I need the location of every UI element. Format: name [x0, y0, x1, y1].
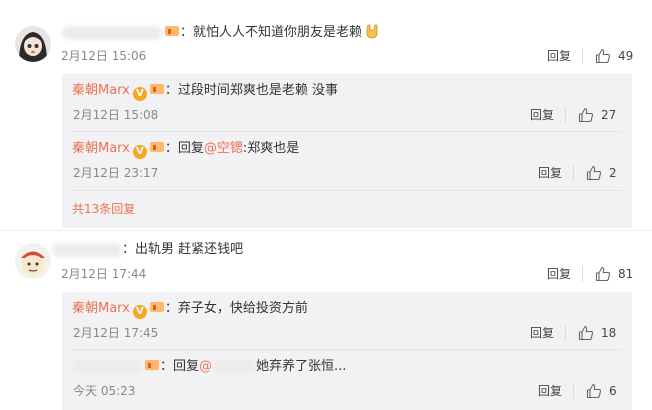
reply-prefix: ：回复 [164, 141, 204, 156]
username-blurred[interactable] [72, 359, 142, 374]
like-count: 18 [601, 326, 617, 340]
mention-blurred [212, 359, 257, 374]
thumbs-up-icon [595, 48, 611, 64]
divider [72, 131, 622, 132]
reply-username[interactable]: 秦朝Marx [72, 141, 130, 156]
divider [72, 349, 622, 350]
replies-panel: 秦朝Marx V ：弃子女，快给投资方前 2月12日 17:45 回复 18 ：回复… [62, 292, 632, 410]
divider [573, 165, 574, 181]
like-button[interactable]: 27 [578, 107, 616, 123]
comment-text-line: ：出轨男 赶紧还钱吧 [52, 241, 243, 259]
verified-v-badge: V [132, 145, 147, 159]
reply-text: 她弃养了张恒... [256, 359, 347, 374]
level-badge-icon [165, 26, 179, 36]
mention-link[interactable]: @ [199, 359, 212, 374]
comment-text: ：就怕人人不知道你朋友是老赖 [180, 25, 363, 40]
rock-hand-emoji [364, 23, 380, 39]
comment-divider [0, 230, 652, 231]
thumbs-up-icon [586, 383, 602, 399]
verified-v-badge: V [132, 305, 147, 319]
reply-button[interactable]: 回复 [530, 107, 554, 123]
comment-time: 2月12日 15:06 [61, 49, 147, 63]
reply-time: 2月12日 15:08 [73, 108, 159, 122]
like-button[interactable]: 18 [578, 325, 616, 341]
reply-text-line: 秦朝Marx V ：弃子女，快给投资方前 [72, 300, 308, 319]
reply-time: 2月12日 23:17 [73, 166, 159, 180]
like-count: 2 [609, 166, 617, 180]
level-badge-icon [149, 302, 164, 312]
reply-text: ：过段时间郑爽也是老赖 没事 [164, 83, 339, 98]
verified-v-badge: V [132, 87, 147, 101]
comment-time: 2月12日 17:44 [61, 267, 147, 281]
thumbs-up-icon [578, 325, 594, 341]
like-count: 6 [609, 384, 617, 398]
reply-prefix: ：回复 [160, 359, 200, 374]
like-count: 81 [618, 267, 634, 281]
thumbs-up-icon [595, 266, 611, 282]
reply-time: 今天 05:23 [73, 384, 136, 398]
mention-link[interactable]: @空锶 [204, 141, 243, 156]
reply-button[interactable]: 回复 [530, 325, 554, 341]
like-count: 27 [601, 108, 617, 122]
divider [582, 266, 583, 282]
reply-button[interactable]: 回复 [538, 383, 562, 399]
thumbs-up-icon [578, 107, 594, 123]
reply-text: ：弃子女，快给投资方前 [164, 301, 308, 316]
level-badge-icon [145, 360, 159, 370]
username-blurred[interactable] [62, 25, 162, 40]
reply-text-line: 秦朝Marx V ：回复@空锶:郑爽也是 [72, 140, 299, 159]
divider [582, 48, 583, 64]
divider [565, 325, 566, 341]
like-count: 49 [618, 49, 634, 63]
reply-button[interactable]: 回复 [547, 266, 571, 282]
comment-text-line: ：就怕人人不知道你朋友是老赖 [62, 23, 380, 42]
avatar[interactable] [15, 26, 51, 62]
reply-button[interactable]: 回复 [538, 165, 562, 181]
level-badge-icon [149, 142, 164, 152]
like-button[interactable]: 2 [586, 165, 617, 181]
like-button[interactable]: 81 [595, 266, 633, 282]
reply-text: :郑爽也是 [242, 141, 300, 156]
reply-time: 2月12日 17:45 [73, 326, 159, 340]
reply-username[interactable]: 秦朝Marx [72, 83, 130, 98]
divider [573, 383, 574, 399]
reply-button[interactable]: 回复 [547, 48, 571, 64]
reply-text-line: 秦朝Marx V ：过段时间郑爽也是老赖 没事 [72, 82, 338, 101]
like-button[interactable]: 49 [595, 48, 633, 64]
divider [72, 190, 622, 191]
replies-panel: 秦朝Marx V ：过段时间郑爽也是老赖 没事 2月12日 15:08 回复 27 … [62, 74, 632, 228]
comment-text: ：出轨男 赶紧还钱吧 [122, 242, 244, 257]
like-button[interactable]: 6 [586, 383, 617, 399]
reply-username[interactable]: 秦朝Marx [72, 301, 130, 316]
divider [565, 107, 566, 123]
level-badge-icon [149, 84, 164, 94]
thumbs-up-icon [586, 165, 602, 181]
avatar[interactable] [15, 243, 51, 279]
more-replies-link[interactable]: 共13条回复 [72, 201, 135, 217]
reply-text-line: ：回复@ 她弃养了张恒... [72, 358, 346, 376]
username-blurred[interactable] [52, 242, 122, 257]
